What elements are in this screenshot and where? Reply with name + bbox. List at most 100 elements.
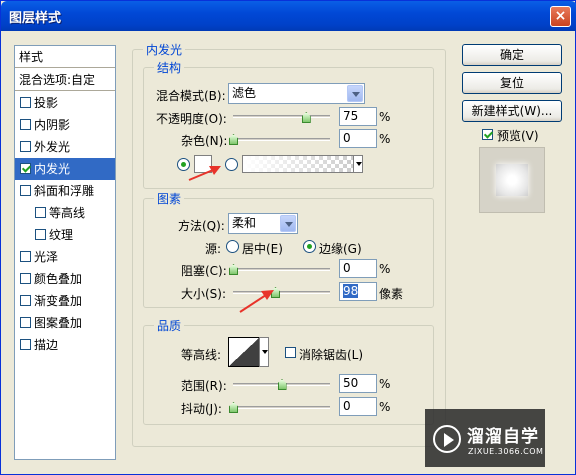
bevel-emboss-checkbox[interactable]: [20, 185, 31, 196]
style-item-gradient-overlay[interactable]: 渐变叠加: [15, 290, 115, 312]
source-center-label[interactable]: 居中(E): [242, 240, 283, 257]
watermark: 溜溜自学 ZIXUE.3066.COM: [425, 409, 545, 467]
jitter-input[interactable]: 0: [339, 397, 377, 416]
preview-label[interactable]: 预览(V): [497, 127, 539, 144]
red-arrow-icon: [188, 166, 221, 181]
pattern-overlay-checkbox[interactable]: [20, 317, 31, 328]
style-item-texture[interactable]: 纹理: [15, 224, 115, 246]
gradient-radio[interactable]: [225, 158, 238, 171]
satin-checkbox[interactable]: [20, 251, 31, 262]
size-value: 98: [343, 284, 359, 298]
size-label: 大小(S):: [181, 287, 227, 301]
style-item-label: 斜面和浮雕: [34, 184, 95, 198]
chevron-down-icon[interactable]: [347, 85, 363, 102]
jitter-slider-track[interactable]: [233, 406, 330, 409]
chevron-down-icon[interactable]: [280, 215, 296, 232]
inner-glow-checkbox[interactable]: [20, 163, 31, 174]
style-item-drop-shadow[interactable]: 投影: [15, 92, 115, 114]
style-item-label: 外发光: [34, 140, 71, 154]
style-list-header[interactable]: 样式: [15, 46, 115, 68]
contour-label: 等高线:: [181, 348, 222, 362]
reset-button[interactable]: 复位: [462, 72, 562, 94]
structure-title: 结构: [154, 59, 185, 76]
inner-glow-title: 内发光: [143, 41, 186, 58]
size-input[interactable]: 98: [339, 282, 377, 301]
antialias-label[interactable]: 消除锯齿(L): [299, 346, 363, 363]
style-item-label: 内阴影: [34, 118, 71, 132]
method-value: 柔和: [232, 216, 257, 230]
layer-style-dialog: 图层样式 × 样式 混合选项:自定 投影 内阴影 外发光 内发光 斜面和浮雕 等…: [0, 0, 576, 475]
contour-preview[interactable]: [228, 337, 260, 367]
source-center-radio[interactable]: [226, 240, 239, 253]
close-button[interactable]: ×: [550, 6, 571, 27]
size-unit: 像素: [379, 287, 404, 301]
preview-checkbox[interactable]: [482, 129, 493, 140]
style-item-label: 渐变叠加: [34, 294, 83, 308]
style-item-satin[interactable]: 光泽: [15, 246, 115, 268]
choke-input[interactable]: 0: [339, 259, 377, 278]
style-preview: [479, 147, 545, 213]
style-item-contour[interactable]: 等高线: [15, 202, 115, 224]
contour-dropdown-icon[interactable]: [259, 337, 269, 367]
style-list: 样式 混合选项:自定 投影 内阴影 外发光 内发光 斜面和浮雕 等高线 纹理 光…: [14, 45, 116, 460]
gradient-overlay-checkbox[interactable]: [20, 295, 31, 306]
source-edge-label[interactable]: 边缘(G): [319, 240, 362, 257]
style-item-label: 图案叠加: [34, 316, 83, 330]
quality-title: 品质: [154, 317, 185, 334]
blend-mode-value: 滤色: [232, 86, 257, 100]
source-edge-radio[interactable]: [303, 240, 316, 253]
style-item-label: 颜色叠加: [34, 272, 83, 286]
style-item-label: 投影: [34, 96, 59, 110]
color-overlay-checkbox[interactable]: [20, 273, 31, 284]
range-input[interactable]: 50: [339, 374, 377, 393]
gradient-dropdown-icon[interactable]: [353, 155, 363, 173]
new-style-button[interactable]: 新建样式(W)...: [462, 100, 562, 122]
preview-swatch: [496, 164, 528, 196]
method-label: 方法(Q):: [178, 219, 225, 233]
opacity-input[interactable]: 75: [339, 107, 377, 126]
choke-label: 阻塞(C):: [181, 264, 227, 278]
jitter-percent: %: [379, 400, 391, 414]
outer-glow-checkbox[interactable]: [20, 141, 31, 152]
choke-slider-track[interactable]: [233, 268, 330, 271]
antialias-checkbox[interactable]: [285, 347, 296, 358]
gradient-picker[interactable]: [242, 155, 354, 173]
style-item-inner-glow[interactable]: 内发光: [15, 158, 115, 180]
elements-title: 图素: [154, 190, 185, 207]
watermark-title: 溜溜自学: [467, 427, 539, 447]
method-select[interactable]: 柔和: [228, 213, 298, 234]
blend-options-item[interactable]: 混合选项:自定: [15, 69, 115, 91]
opacity-slider-track[interactable]: [233, 115, 330, 118]
blend-mode-select[interactable]: 滤色: [228, 83, 365, 104]
ok-button[interactable]: 确定: [462, 44, 562, 66]
texture-checkbox[interactable]: [35, 229, 46, 240]
style-item-label: 等高线: [49, 206, 86, 220]
drop-shadow-checkbox[interactable]: [20, 97, 31, 108]
window-title: 图层样式: [9, 11, 62, 26]
style-item-color-overlay[interactable]: 颜色叠加: [15, 268, 115, 290]
style-item-label: 描边: [34, 338, 59, 352]
play-logo-icon: [433, 425, 461, 453]
style-item-label: 内发光: [34, 162, 71, 176]
opacity-label: 不透明度(O):: [156, 112, 227, 126]
noise-percent: %: [379, 132, 391, 146]
opacity-percent: %: [379, 110, 391, 124]
style-item-stroke[interactable]: 描边: [15, 334, 115, 356]
noise-input[interactable]: 0: [339, 129, 377, 148]
style-item-label: 光泽: [34, 250, 59, 264]
noise-label: 杂色(N):: [181, 134, 228, 148]
style-item-pattern-overlay[interactable]: 图案叠加: [15, 312, 115, 334]
watermark-subtitle: ZIXUE.3066.COM: [468, 447, 544, 456]
choke-percent: %: [379, 262, 391, 276]
title-bar: 图层样式 ×: [1, 1, 576, 31]
style-item-bevel-emboss[interactable]: 斜面和浮雕: [15, 180, 115, 202]
style-item-inner-shadow[interactable]: 内阴影: [15, 114, 115, 136]
jitter-label: 抖动(J):: [181, 402, 222, 416]
inner-shadow-checkbox[interactable]: [20, 119, 31, 130]
range-label: 范围(R):: [181, 379, 227, 393]
stroke-checkbox[interactable]: [20, 339, 31, 350]
blend-mode-label: 混合模式(B):: [156, 89, 226, 103]
noise-slider-track[interactable]: [233, 138, 330, 141]
contour-checkbox[interactable]: [35, 207, 46, 218]
style-item-outer-glow[interactable]: 外发光: [15, 136, 115, 158]
